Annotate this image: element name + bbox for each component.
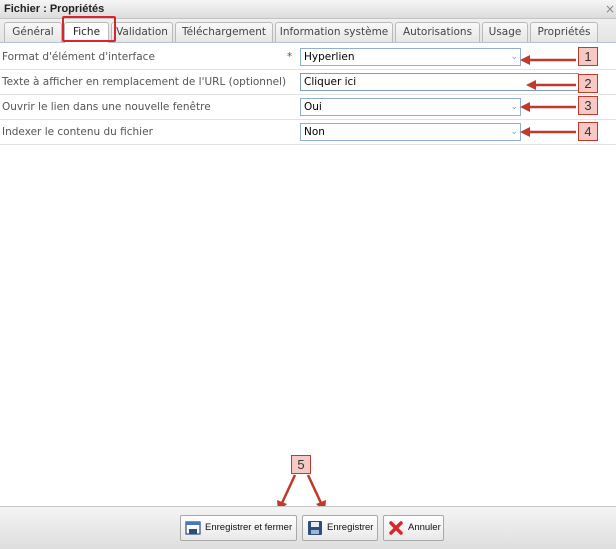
- tab-autorisations[interactable]: Autorisations: [395, 22, 480, 42]
- cancel-button[interactable]: Annuler: [383, 515, 444, 541]
- save-label: Enregistrer: [327, 522, 374, 533]
- annotation-number-2: 2: [578, 74, 598, 93]
- save-close-icon: [185, 521, 201, 535]
- form-row-new-window: Ouvrir le lien dans une nouvelle fenêtre…: [0, 95, 616, 120]
- format-select[interactable]: Hyperlien ⌄: [300, 48, 521, 66]
- format-label: Format d'élément d'interface: [2, 51, 155, 63]
- tab-usage[interactable]: Usage: [482, 22, 528, 42]
- annotation-number-1: 1: [578, 47, 598, 66]
- link-text-label: Texte à afficher en remplacement de l'UR…: [2, 76, 287, 88]
- index-content-select-value: Non: [304, 126, 325, 138]
- cancel-x-icon: [389, 521, 403, 535]
- floppy-disk-icon: [308, 521, 322, 535]
- form-row-link-text: Texte à afficher en remplacement de l'UR…: [0, 70, 616, 95]
- tab-general[interactable]: Général: [4, 22, 62, 42]
- chevron-down-icon[interactable]: ⌄: [510, 49, 518, 65]
- link-text-input[interactable]: Cliquer ici: [300, 73, 579, 91]
- index-content-select[interactable]: Non ⌄: [300, 123, 521, 141]
- cancel-label: Annuler: [408, 522, 441, 533]
- form-row-index-content: Indexer le contenu du fichier Non ⌄: [0, 120, 616, 145]
- annotation-number-3: 3: [578, 96, 598, 115]
- window-title: Fichier : Propriétés: [4, 3, 105, 15]
- required-marker: *: [287, 51, 293, 63]
- tab-telechargement[interactable]: Téléchargement: [175, 22, 273, 42]
- save-and-close-label: Enregistrer et fermer: [205, 522, 293, 533]
- link-text-value: Cliquer ici: [304, 76, 357, 88]
- tab-validation[interactable]: Validation: [111, 22, 173, 42]
- format-select-value: Hyperlien: [304, 51, 355, 63]
- new-window-select-value: Oui: [304, 101, 322, 113]
- save-button[interactable]: Enregistrer: [302, 515, 378, 541]
- new-window-label: Ouvrir le lien dans une nouvelle fenêtre: [2, 101, 211, 113]
- annotation-number-4: 4: [578, 122, 598, 141]
- chevron-down-icon[interactable]: ⌄: [510, 99, 518, 115]
- close-icon[interactable]: ×: [605, 2, 615, 16]
- new-window-select[interactable]: Oui ⌄: [300, 98, 521, 116]
- form-row-format: Format d'élément d'interface * Hyperlien…: [0, 45, 616, 70]
- tab-proprietes[interactable]: Propriétés: [530, 22, 598, 42]
- index-content-label: Indexer le contenu du fichier: [2, 126, 153, 138]
- chevron-down-icon[interactable]: ⌄: [510, 124, 518, 140]
- window-titlebar: Fichier : Propriétés ×: [0, 0, 616, 19]
- annotation-number-5: 5: [291, 455, 311, 474]
- tab-information-systeme[interactable]: Information système: [275, 22, 393, 42]
- save-and-close-button[interactable]: Enregistrer et fermer: [180, 515, 297, 541]
- tab-fiche[interactable]: Fiche: [64, 22, 109, 43]
- tab-bar: Général Fiche Validation Téléchargement …: [0, 19, 616, 43]
